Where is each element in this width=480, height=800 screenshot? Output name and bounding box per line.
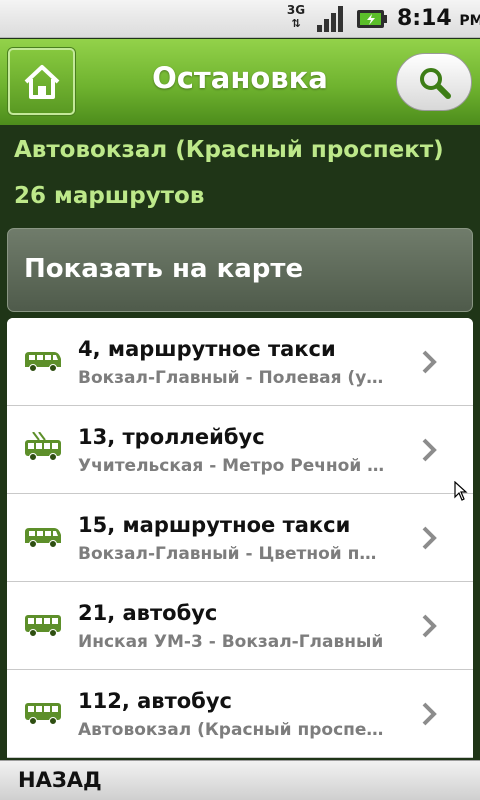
search-icon	[420, 68, 451, 99]
network-type: 3G	[286, 3, 306, 17]
route-list: 4, маршрутное такси Вокзал-Главный - Пол…	[7, 318, 473, 758]
minibus-icon	[25, 528, 61, 548]
route-row[interactable]: 13, троллейбус Учительская - Метро Речно…	[7, 406, 473, 494]
bottom-bar: НАЗАД	[0, 760, 480, 800]
page-title: Остановка	[152, 61, 328, 95]
signal-strength-icon	[317, 6, 343, 32]
data-arrows: ⇅	[291, 17, 301, 30]
status-bar: 3G ⇅ 8:14 PM	[0, 0, 480, 38]
route-description: Вокзал-Главный - Цветной проезд	[78, 544, 388, 564]
clock: 8:14 PM	[397, 6, 480, 34]
show-on-map-label: Показать на карте	[24, 254, 304, 284]
trolleybus-icon	[25, 432, 61, 461]
title-bar: Остановка	[0, 39, 480, 125]
mouse-cursor-icon	[454, 481, 468, 501]
chevron-right-icon	[422, 438, 437, 462]
stop-name: Автовокзал (Красный проспект)	[14, 137, 444, 163]
chevron-right-icon	[422, 526, 437, 550]
back-button[interactable]: НАЗАД	[18, 768, 102, 792]
bus-icon	[25, 615, 61, 637]
minibus-icon	[25, 352, 61, 372]
clock-time: 8:14	[397, 6, 452, 31]
route-row[interactable]: 21, автобус Инская УМ-3 - Вокзал-Главный	[7, 582, 473, 670]
route-description: Инская УМ-3 - Вокзал-Главный	[78, 632, 384, 652]
home-icon	[24, 65, 60, 99]
chevron-right-icon	[422, 614, 437, 638]
home-button[interactable]	[8, 48, 75, 115]
route-description: Учительская - Метро Речной вокзал	[78, 456, 388, 476]
route-title: 4, маршрутное такси	[78, 337, 336, 361]
route-title: 13, троллейбус	[78, 425, 265, 449]
route-description: Автовокзал (Красный проспект) - Пашино	[78, 720, 388, 740]
search-button[interactable]	[396, 53, 472, 111]
chevron-right-icon	[422, 702, 437, 726]
chevron-right-icon	[422, 350, 437, 374]
route-row[interactable]: 15, маршрутное такси Вокзал-Главный - Цв…	[7, 494, 473, 582]
route-row[interactable]: 112, автобус Автовокзал (Красный проспек…	[7, 670, 473, 758]
route-title: 112, автобус	[78, 689, 232, 713]
route-title: 21, автобус	[78, 601, 218, 625]
bus-icon	[25, 703, 61, 725]
network-3g-icon: 3G ⇅	[279, 4, 313, 34]
battery-charging-icon	[357, 10, 387, 28]
route-description: Вокзал-Главный - Полевая (ул. Полевая)	[78, 368, 388, 388]
route-title: 15, маршрутное такси	[78, 513, 351, 537]
route-row[interactable]: 4, маршрутное такси Вокзал-Главный - Пол…	[7, 318, 473, 406]
clock-ampm: PM	[459, 13, 480, 29]
route-count: 26 маршрутов	[14, 183, 205, 209]
show-on-map-button[interactable]: Показать на карте	[7, 228, 473, 312]
